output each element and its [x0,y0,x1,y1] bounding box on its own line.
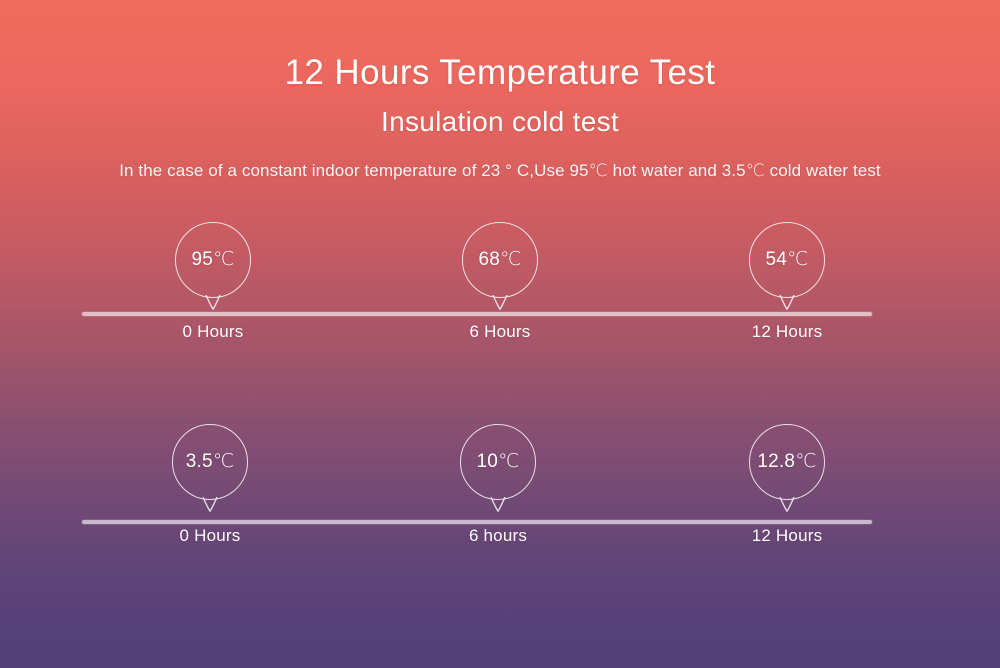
temperature-bubble: 3.5℃ [172,424,248,512]
page-title: 12 Hours Temperature Test [284,53,716,92]
time-label: 0 Hours [182,322,244,341]
test-conditions-description: In the case of a constant indoor tempera… [119,161,881,180]
bubble-tail-icon [205,294,221,311]
bubble-tail-icon [492,294,508,311]
temperature-marker: 12.8℃ 12 Hours [727,424,847,546]
bubble-tail-icon [202,496,218,513]
temperature-bubble: 95℃ [175,222,251,310]
temperature-bubble: 54℃ [749,222,825,310]
temperature-bubble: 68℃ [462,222,538,310]
page-subtitle: Insulation cold test [381,106,619,137]
bubble-tail-icon [490,496,506,513]
temperature-test-poster: 12 Hours Temperature Test Insulation col… [0,0,1000,668]
temperature-value: 12.8℃ [757,450,817,472]
time-label: 0 Hours [179,526,241,545]
time-label: 12 Hours [751,526,823,545]
temperature-value: 3.5℃ [185,450,235,472]
temperature-value: 95℃ [191,248,235,270]
temperature-value: 10℃ [476,450,520,472]
temperature-marker: 54℃ 12 Hours [727,222,847,342]
temperature-bubble: 10℃ [460,424,536,512]
temperature-marker: 68℃ 6 Hours [440,222,560,342]
temperature-value: 54℃ [765,248,809,270]
temperature-marker: 95℃ 0 Hours [153,222,273,342]
bubble-tail-icon [779,496,795,513]
temperature-marker: 3.5℃ 0 Hours [150,424,270,546]
bubble-tail-icon [779,294,795,311]
time-label: 12 Hours [751,322,823,341]
temperature-marker: 10℃ 6 hours [438,424,558,546]
time-label: 6 Hours [469,322,531,341]
temperature-value: 68℃ [478,248,522,270]
time-label: 6 hours [468,526,528,545]
temperature-bubble: 12.8℃ [749,424,825,512]
